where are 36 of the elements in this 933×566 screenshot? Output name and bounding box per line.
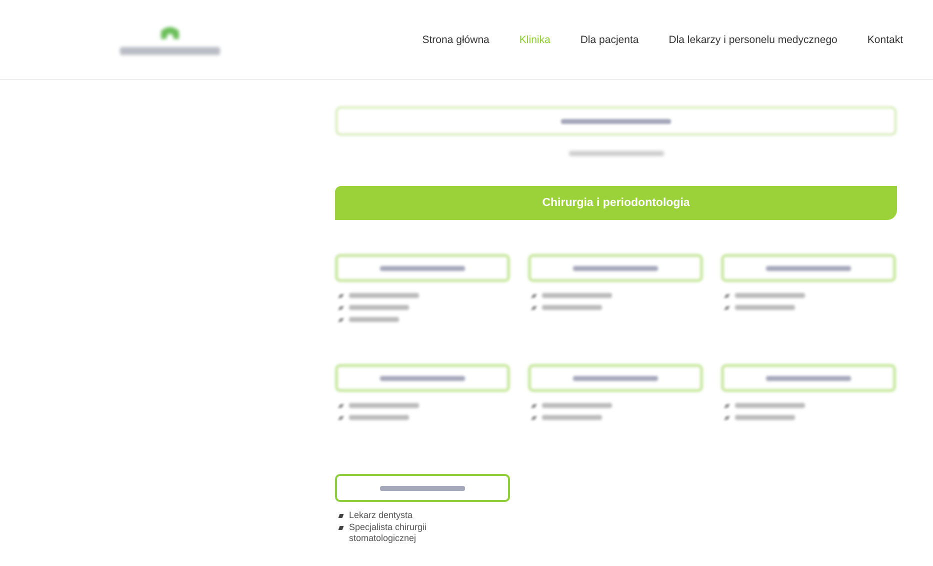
nav-link[interactable]: Strona główna [422, 34, 490, 46]
nav-link[interactable]: Dla pacjenta [580, 34, 639, 46]
bullet-icon [724, 294, 730, 298]
redacted-text [542, 305, 602, 310]
bullet-icon [531, 306, 537, 310]
bullet-icon [531, 416, 537, 420]
bullet-icon [338, 526, 344, 530]
redacted-text [349, 317, 399, 322]
logo-drawing[interactable] [118, 24, 222, 54]
redacted-text [542, 403, 612, 408]
bullet-icon [338, 294, 344, 298]
nav-link[interactable]: Dla lekarzy i personelu medycznego [668, 34, 838, 46]
qualification-text: Specjalista chirurgii stomatologicznej [349, 522, 428, 544]
bullet-icon [338, 416, 344, 420]
bullet-icon [338, 306, 344, 310]
bullet-icon [531, 404, 537, 408]
redacted-text [735, 415, 795, 420]
redacted-text [735, 403, 805, 408]
bullet-icon [338, 404, 344, 408]
redacted-text [542, 293, 612, 298]
bullet-icon [724, 306, 730, 310]
bullet-icon [724, 416, 730, 420]
nav-link[interactable]: Kontakt [867, 34, 903, 46]
redacted-text [349, 305, 409, 310]
section-heading: Chirurgia i periodontologia [335, 186, 897, 220]
redacted-text [349, 293, 419, 298]
bullet-icon [531, 294, 537, 298]
redacted-text [735, 293, 805, 298]
bullet-icon [338, 318, 344, 322]
redacted-text [542, 415, 602, 420]
qualification-text: Lekarz dentysta [349, 510, 414, 521]
redacted-text [349, 415, 409, 420]
bullet-icon [724, 404, 730, 408]
redacted-text [735, 305, 795, 310]
bullet-icon [338, 514, 344, 518]
redacted-text [349, 403, 419, 408]
